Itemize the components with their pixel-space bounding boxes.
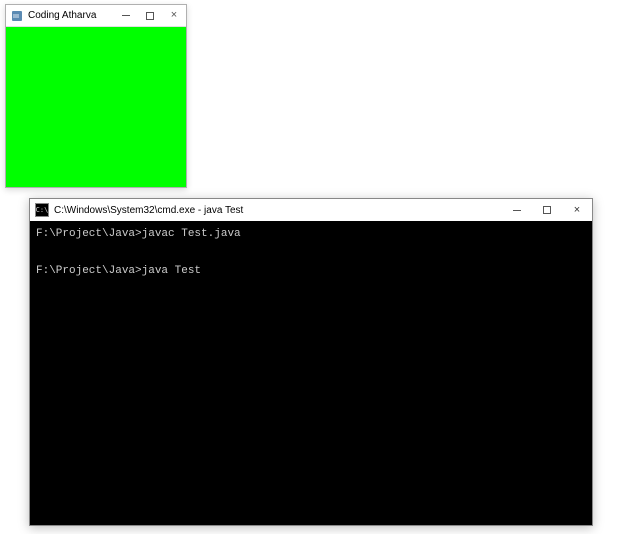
maximize-button[interactable] — [138, 5, 162, 26]
cmd-prompt: F:\Project\Java> — [36, 265, 142, 277]
maximize-button[interactable] — [532, 199, 562, 221]
java-content-panel — [6, 27, 186, 187]
minimize-button[interactable] — [502, 199, 532, 221]
cmd-line-blank — [36, 244, 586, 263]
cmd-window-controls: × — [502, 199, 592, 221]
cmd-command: javac Test.java — [142, 228, 241, 240]
cmd-window-title: C:\Windows\System32\cmd.exe - java Test — [54, 205, 502, 216]
cmd-prompt: F:\Project\Java> — [36, 228, 142, 240]
java-titlebar[interactable]: Coding Atharva × — [6, 5, 186, 27]
minimize-button[interactable] — [114, 5, 138, 26]
cmd-window: C:\ C:\Windows\System32\cmd.exe - java T… — [29, 198, 593, 526]
close-button[interactable]: × — [562, 199, 592, 221]
java-app-window: Coding Atharva × — [5, 4, 187, 188]
java-window-title: Coding Atharva — [28, 10, 114, 21]
cmd-line: F:\Project\Java>javac Test.java — [36, 225, 586, 244]
java-app-icon — [10, 9, 24, 23]
cmd-command: java Test — [142, 265, 201, 277]
close-button[interactable]: × — [162, 5, 186, 26]
java-window-controls: × — [114, 5, 186, 26]
cmd-line: F:\Project\Java>java Test — [36, 262, 586, 281]
cmd-terminal[interactable]: F:\Project\Java>javac Test.java F:\Proje… — [30, 221, 592, 525]
cmd-app-icon: C:\ — [35, 203, 49, 217]
cmd-titlebar[interactable]: C:\ C:\Windows\System32\cmd.exe - java T… — [30, 199, 592, 221]
